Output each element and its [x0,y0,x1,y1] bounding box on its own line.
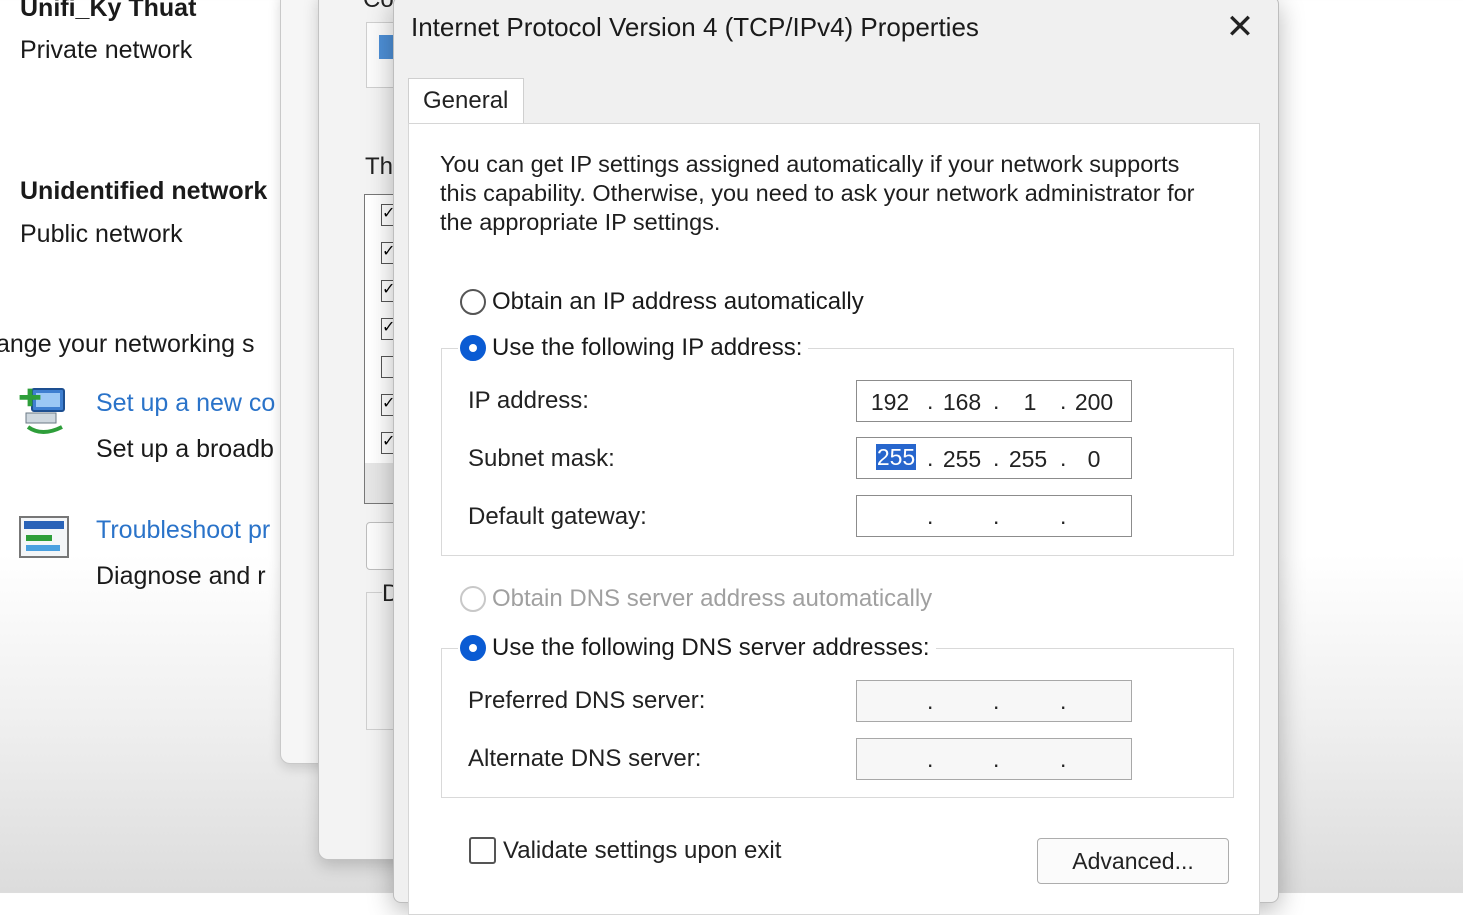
alternate-dns-label: Alternate DNS server: [468,745,702,772]
ip-octet-2: 168 [942,389,982,415]
dns-auto-label: Obtain DNS server address automatically [492,585,933,612]
description-text: You can get IP settings assigned automat… [440,151,1195,235]
network2-type: Public network [20,220,183,248]
ip-manual-option[interactable]: Use the following IP address: [458,334,809,362]
dns-auto-option: Obtain DNS server address automatically [460,585,932,613]
adapter-icon [379,35,393,59]
subnet-octet-1-selected: 255 [875,444,917,470]
troubleshoot-link[interactable]: Troubleshoot pr [96,516,270,545]
preferred-dns-label: Preferred DNS server: [468,687,706,714]
ip-manual-label: Use the following IP address: [492,334,803,361]
alternate-dns-field[interactable]: . . . [856,738,1132,780]
ip-auto-label: Obtain an IP address automatically [492,288,864,315]
ip-auto-radio[interactable] [460,289,486,315]
setup-connection-link[interactable]: Set up a new co [96,389,275,418]
subnet-octet-2: 255 [942,446,982,472]
network1-name: Unifi_Ky Thuat [20,0,197,22]
subnet-octet-4: 0 [1087,446,1101,472]
new-connection-icon [18,383,74,444]
ip-auto-option[interactable]: Obtain an IP address automatically [460,288,864,316]
validate-checkbox[interactable] [469,837,496,864]
default-gateway-field[interactable]: . . . [856,495,1132,537]
dns-manual-label: Use the following DNS server addresses: [492,634,930,661]
close-icon[interactable]: ✕ [1222,10,1258,46]
network-sharing-center: Unifi_Ky Thuat Private network Unidentif… [0,0,282,893]
advanced-button[interactable]: Advanced... [1037,838,1229,884]
subnet-mask-label: Subnet mask: [468,445,615,472]
dns-manual-radio[interactable] [460,635,486,661]
subnet-mask-field[interactable]: 255 . 255 . 255 . 0 [856,437,1132,479]
dialog-title: Internet Protocol Version 4 (TCP/IPv4) P… [411,12,979,42]
ip-octet-3: 1 [1023,389,1037,415]
window3-top-text: Co [363,0,394,14]
change-settings-heading: ange your networking s [0,330,255,358]
ip-octet-1: 192 [870,389,910,415]
network1-type: Private network [20,36,193,64]
setup-connection-desc: Set up a broadb [96,435,274,463]
troubleshoot-icon [18,515,72,566]
subnet-octet-3: 255 [1008,446,1048,472]
validate-label: Validate settings upon exit [503,837,782,864]
default-gateway-label: Default gateway: [468,503,647,530]
ip-octet-4: 200 [1074,389,1114,415]
ip-address-label: IP address: [468,387,589,414]
ip-address-field[interactable]: 192 . 168 . 1 . 200 [856,380,1132,422]
network2-name: Unidentified network [20,177,268,205]
troubleshoot-desc: Diagnose and r [96,562,266,590]
dns-auto-radio [460,586,486,612]
ip-manual-radio[interactable] [460,335,486,361]
preferred-dns-field[interactable]: . . . [856,680,1132,722]
tab-general[interactable]: General [408,78,524,125]
dns-manual-option[interactable]: Use the following DNS server addresses: [458,634,936,662]
